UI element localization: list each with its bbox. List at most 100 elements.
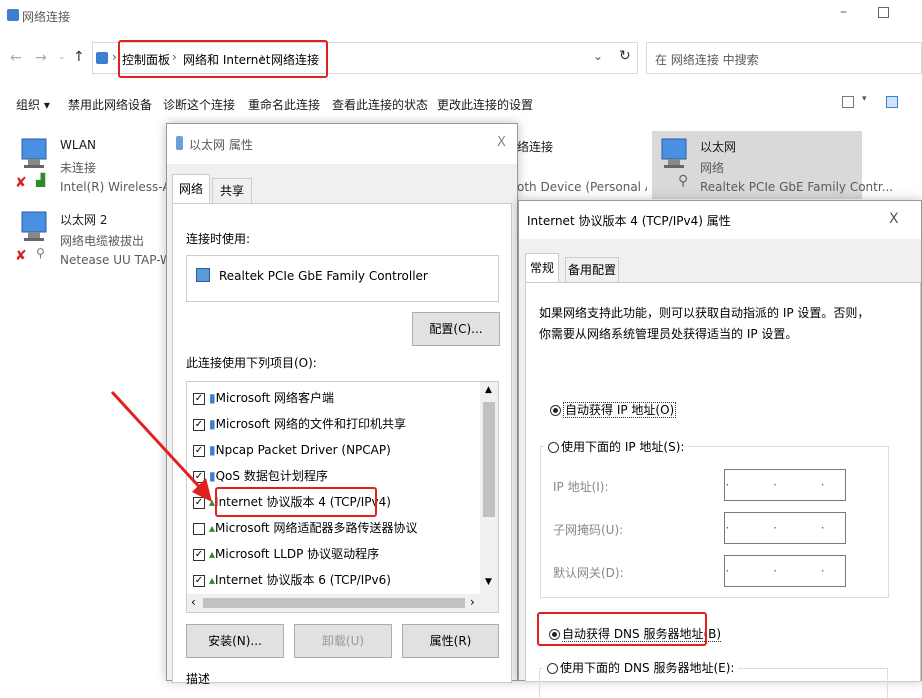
minimize-button[interactable]: –	[840, 4, 847, 20]
manual-dns-radio[interactable]: 使用下面的 DNS 服务器地址(E):	[543, 659, 739, 676]
subnet-mask-input[interactable]: · · ·	[724, 512, 846, 544]
tab-sharing-label: 共享	[219, 184, 244, 198]
adapter-name: Realtek PCIe GbE Family Controller	[219, 269, 428, 283]
address-network-icon	[96, 52, 108, 64]
preview-pane-icon[interactable]	[886, 96, 898, 108]
toolbar-change[interactable]: 更改此连接的设置	[437, 96, 533, 113]
list-item[interactable]: ▴Microsoft 网络适配器多路传送器协议	[193, 515, 478, 541]
radio-icon	[547, 663, 558, 674]
subnet-mask-label: 子网掩码(U):	[553, 523, 624, 537]
tab-network[interactable]: 网络	[172, 174, 210, 204]
connection-name: 络连接	[517, 140, 554, 154]
dialog-title: 以太网 属性	[189, 138, 253, 152]
window-title: 网络连接	[22, 10, 71, 24]
properties-button[interactable]: 属性(R)	[402, 624, 499, 658]
tab-panel: 连接时使用: Realtek PCIe GbE Family Controlle…	[172, 203, 512, 686]
view-options-icon[interactable]	[842, 96, 854, 108]
disconnected-icon: ✘	[15, 248, 27, 264]
connection-device: oth Device (Personal Ar...	[517, 180, 647, 194]
radio-icon	[550, 405, 561, 416]
info-text: 如果网络支持此功能，则可以获取自动指派的 IP 设置。否则，你需要从网络系统管理…	[539, 306, 870, 341]
configure-button[interactable]: 配置(C)...	[412, 312, 500, 346]
adapter-field: Realtek PCIe GbE Family Controller	[186, 255, 499, 302]
uninstall-button[interactable]: 卸载(U)	[294, 624, 392, 658]
connection-item-ethernet[interactable]: ⚲ 以太网 网络 Realtek PCIe GbE Family Contr..…	[652, 131, 893, 199]
chevron-down-icon[interactable]: ⌄	[58, 52, 66, 62]
adapter-icon	[196, 268, 210, 282]
view-dropdown-icon[interactable]: ▾	[862, 94, 867, 104]
monitor-icon	[658, 137, 694, 177]
list-item[interactable]: ✓ ▮Microsoft 网络客户端	[193, 385, 478, 411]
vertical-scrollbar[interactable]: ▲ ▼	[480, 382, 498, 594]
manual-ip-radio[interactable]: 使用下面的 IP 地址(S):	[544, 438, 689, 455]
connection-name: 以太网 2	[60, 213, 108, 227]
tab-sharing[interactable]: 共享	[212, 178, 252, 204]
refresh-icon[interactable]: ↻	[619, 48, 631, 64]
close-icon[interactable]: X	[889, 211, 899, 227]
scroll-thumb[interactable]	[483, 402, 495, 517]
scroll-hthumb[interactable]	[203, 598, 465, 608]
tab-alternate[interactable]: 备用配置	[565, 257, 619, 283]
connection-status: 未连接	[60, 161, 97, 175]
breadcrumb-sep-icon: ›	[112, 50, 117, 64]
connection-device: Realtek PCIe GbE Family Contr...	[700, 180, 894, 194]
address-highlight	[118, 40, 328, 78]
connection-item-wlan[interactable]: ✘ ▟ WLAN 未连接 Intel(R) Wireless-AC 9	[12, 135, 190, 195]
items-label: 此连接使用下列项目(O):	[186, 356, 317, 370]
tab-general[interactable]: 常规	[525, 253, 559, 283]
ip-address-label: IP 地址(I):	[553, 480, 609, 494]
toolbar-diagnose[interactable]: 诊断这个连接	[163, 96, 235, 113]
up-icon[interactable]: ↑	[73, 49, 85, 65]
ip-address-input[interactable]: · · ·	[724, 469, 846, 501]
install-button[interactable]: 安装(N)...	[186, 624, 284, 658]
ipv4-item-highlight	[215, 487, 377, 517]
search-input[interactable]: 在 网络连接 中搜索	[646, 42, 922, 74]
wifi-signal-icon: ▟	[36, 173, 46, 187]
cable-icon: ⚲	[36, 246, 45, 260]
toolbar-disable[interactable]: 禁用此网络设备	[68, 96, 152, 113]
list-item[interactable]: ✓ ▮QoS 数据包计划程序	[193, 463, 478, 489]
checkbox[interactable]: ✓	[193, 548, 205, 561]
connection-status: 网络电缆被拔出	[60, 234, 145, 248]
network-icon	[7, 9, 19, 21]
auto-ip-radio[interactable]: 自动获得 IP 地址(O)	[550, 401, 677, 418]
radio-icon	[548, 442, 559, 453]
gateway-label: 默认网关(D):	[553, 566, 624, 580]
checkbox[interactable]: ✓	[193, 574, 205, 587]
connection-item-ethernet2[interactable]: ✘ ⚲ 以太网 2 网络电缆被拔出 Netease UU TAP-Win3	[12, 208, 190, 268]
auto-dns-highlight	[537, 612, 707, 646]
list-item[interactable]: ✓ ▮Microsoft 网络的文件和打印机共享	[193, 411, 478, 437]
list-item[interactable]: ✓ ▮Npcap Packet Driver (NPCAP)	[193, 437, 478, 463]
scroll-up-icon[interactable]: ▲	[485, 385, 492, 395]
back-icon[interactable]: ←	[10, 50, 22, 66]
cable-icon: ⚲	[678, 173, 689, 189]
checkbox[interactable]	[193, 522, 205, 535]
scroll-down-icon[interactable]: ▼	[485, 577, 492, 587]
organize-menu[interactable]: 组织 ▾	[16, 96, 50, 113]
connection-item-bluetooth[interactable]: 络连接 oth Device (Personal Ar...	[517, 135, 647, 195]
disconnected-icon: ✘	[15, 175, 27, 191]
command-bar: 组织 ▾ 禁用此网络设备 诊断这个连接 重命名此连接 查看此连接的状态 更改此连…	[0, 90, 922, 118]
connect-using-label: 连接时使用:	[186, 232, 251, 246]
close-icon[interactable]: X	[497, 135, 506, 150]
toolbar-status[interactable]: 查看此连接的状态	[332, 96, 428, 113]
tab-network-label: 网络	[178, 182, 203, 196]
dropdown-icon[interactable]: ⌄	[593, 49, 603, 63]
scroll-right-icon[interactable]: ›	[470, 595, 475, 609]
scroll-left-icon[interactable]: ‹	[191, 595, 196, 609]
maximize-button[interactable]	[878, 7, 889, 18]
gateway-input[interactable]: · · ·	[724, 555, 846, 587]
monitor-icon	[18, 137, 54, 177]
toolbar-rename[interactable]: 重命名此连接	[248, 96, 320, 113]
connection-status: 网络	[700, 161, 725, 175]
forward-icon[interactable]: →	[35, 50, 47, 66]
search-placeholder: 在 网络连接 中搜索	[655, 53, 759, 67]
dialog-titlebar: Internet 协议版本 4 (TCP/IPv4) 属性 X	[519, 201, 921, 239]
arrow-line	[110, 390, 206, 494]
dialog-titlebar: 以太网 属性 X	[167, 124, 517, 164]
list-item[interactable]: ✓ ▴Internet 协议版本 6 (TCP/IPv6)	[193, 567, 478, 593]
connection-name: 以太网	[700, 140, 737, 154]
list-item[interactable]: ✓ ▴Microsoft LLDP 协议驱动程序	[193, 541, 478, 567]
horizontal-scrollbar[interactable]: ‹ ›	[187, 594, 498, 612]
dialog-title: Internet 协议版本 4 (TCP/IPv4) 属性	[527, 214, 731, 228]
